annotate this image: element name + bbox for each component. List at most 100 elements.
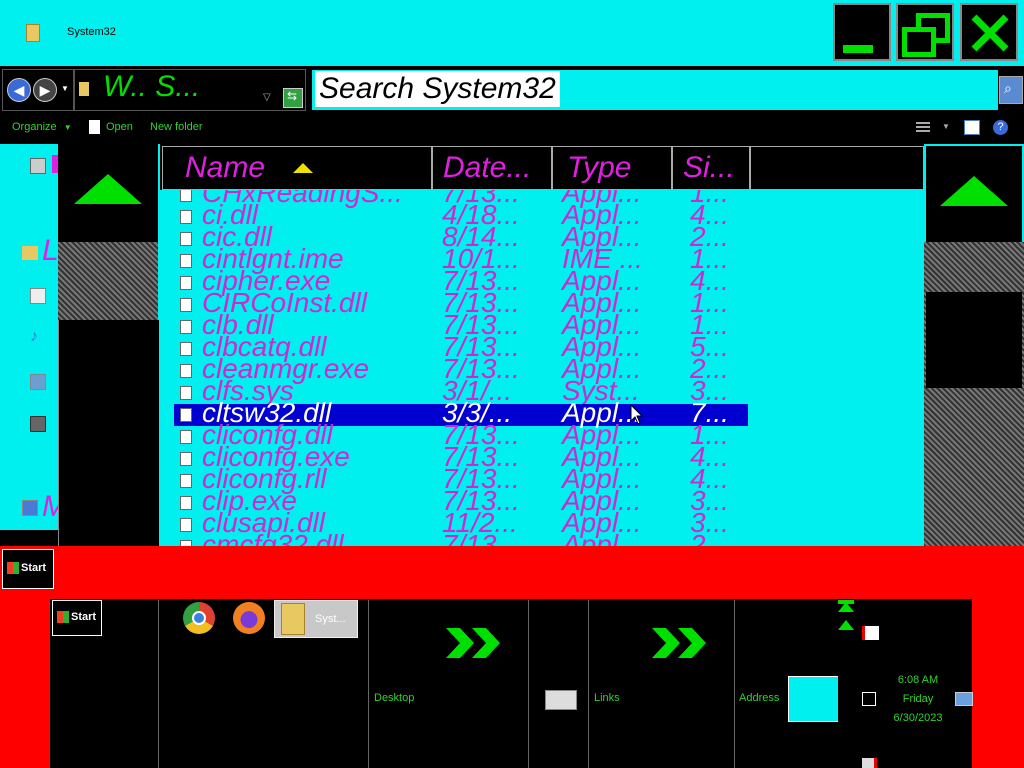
network-tray-icon[interactable] — [862, 692, 876, 706]
breadcrumb[interactable]: W.. S... ▽ ⇆ — [74, 69, 306, 111]
restore-button[interactable] — [896, 3, 954, 61]
documents-icon[interactable] — [30, 288, 46, 304]
start-button[interactable]: Start — [2, 549, 54, 589]
search-input[interactable]: Search System32 — [315, 71, 560, 107]
table-row[interactable]: cmcfg32.dll 7/13... Appl... 2... — [160, 530, 924, 546]
view-dropdown-icon[interactable]: ▼ — [942, 122, 950, 131]
window-title: System32 — [67, 26, 116, 38]
column-header-filler — [750, 146, 924, 190]
clock-time[interactable]: 6:08 AM — [868, 674, 968, 686]
toolbar-chevron-icon[interactable] — [652, 628, 708, 658]
file-icon — [180, 518, 192, 532]
file-icon — [180, 232, 192, 246]
tray-expand-icon[interactable] — [838, 600, 854, 640]
library-icon[interactable] — [22, 246, 38, 260]
breadcrumb-text[interactable]: W.. S... — [103, 70, 200, 104]
network-icon[interactable] — [22, 500, 38, 516]
toolbar-chevron-icon[interactable] — [446, 628, 502, 658]
file-icon — [180, 386, 192, 400]
pictures-icon[interactable] — [30, 374, 46, 390]
file-icon — [180, 320, 192, 334]
view-options-icon[interactable] — [916, 122, 930, 132]
arrow-up-icon — [74, 174, 142, 204]
file-icon — [180, 364, 192, 378]
column-header-type-label: Type — [567, 151, 632, 184]
signature-pad-icon[interactable] — [545, 690, 577, 710]
file-icon — [180, 430, 192, 444]
open-icon — [89, 120, 100, 134]
show-desktop-icon[interactable] — [955, 692, 973, 706]
address-dropdown-icon[interactable]: ▽ — [263, 92, 271, 103]
refresh-icon: ⇆ — [287, 89, 298, 103]
column-header-type[interactable]: Type — [552, 146, 672, 190]
scrollbar-thumb[interactable] — [926, 292, 1022, 388]
open-button[interactable]: Open — [106, 121, 133, 133]
taskbar-separator — [368, 600, 369, 768]
firefox-icon[interactable] — [233, 602, 265, 634]
clock-date[interactable]: 6/30/2023 — [868, 712, 968, 724]
mouse-cursor-icon — [630, 404, 644, 425]
start-button-inner[interactable]: Start — [52, 600, 102, 636]
windows-logo-icon — [57, 611, 69, 623]
column-header-date[interactable]: Date... — [432, 146, 552, 190]
file-icon — [180, 276, 192, 290]
file-icon — [180, 474, 192, 488]
file-icon — [180, 408, 192, 422]
taskbar-window-button[interactable]: Syst... — [274, 600, 358, 638]
close-button[interactable] — [960, 3, 1018, 61]
file-icon — [180, 188, 192, 202]
scrollbar-up-button[interactable] — [926, 146, 1022, 242]
cell-size: 2... — [690, 529, 729, 547]
forward-arrow-icon: ▶ — [39, 82, 51, 98]
nav-item-libraries[interactable]: L — [42, 234, 59, 268]
sort-ascending-icon — [293, 163, 313, 173]
folder-icon — [26, 24, 40, 42]
table-row[interactable]: CIRCoInst.dll 7/13... Appl... 1... — [160, 288, 924, 318]
scrollbar-track[interactable] — [924, 242, 1024, 546]
nav-pane-footer — [0, 530, 58, 546]
volume-icon[interactable] — [862, 758, 877, 768]
file-icon — [180, 254, 192, 268]
start-label: Start — [21, 562, 47, 574]
clock-day[interactable]: Friday — [868, 693, 968, 705]
navigation-pane — [0, 144, 58, 546]
computer-icon[interactable] — [30, 158, 46, 174]
taskbar-separator — [588, 600, 589, 768]
music-icon[interactable]: ♪ — [30, 328, 38, 346]
back-button[interactable]: ◀ — [7, 78, 31, 102]
start-label: Start — [71, 611, 97, 623]
taskbar-separator — [734, 600, 735, 768]
chrome-icon[interactable] — [183, 602, 215, 634]
recent-pages-chevron-icon[interactable]: ▼ — [61, 84, 69, 93]
cell-date: 7/13... — [442, 529, 520, 547]
search-icon: ⌕ — [1004, 80, 1012, 96]
file-icon — [180, 342, 192, 356]
organize-button[interactable]: Organize ▼ — [12, 121, 72, 133]
column-header-name[interactable]: Name — [162, 146, 432, 190]
toolbar-address[interactable]: Address — [739, 692, 779, 704]
file-icon — [180, 496, 192, 510]
table-row[interactable]: ci.dll 4/18... Appl... 4... — [160, 200, 924, 230]
search-button[interactable]: ⌕ — [999, 76, 1023, 104]
nav-scrollbar-up-button[interactable] — [58, 144, 158, 242]
taskbar-separator — [528, 600, 529, 768]
nav-scrollbar-thumb[interactable] — [58, 320, 159, 546]
help-icon[interactable]: ? — [993, 120, 1008, 135]
cell-type: Appl... — [562, 529, 642, 547]
action-center-icon[interactable] — [862, 626, 879, 640]
minimize-button[interactable] — [833, 3, 891, 61]
column-header-size[interactable]: Si... — [672, 146, 750, 190]
file-icon — [180, 298, 192, 312]
preview-pane-icon[interactable] — [964, 120, 980, 135]
new-folder-button[interactable]: New folder — [150, 121, 203, 133]
address-toolbar-input[interactable] — [788, 676, 840, 722]
toolbar-desktop[interactable]: Desktop — [374, 692, 414, 704]
videos-icon[interactable] — [30, 416, 46, 432]
taskbar-separator — [158, 600, 159, 768]
forward-button[interactable]: ▶ — [33, 78, 57, 102]
folder-icon — [79, 82, 89, 96]
refresh-button[interactable]: ⇆ — [283, 88, 303, 108]
close-icon — [971, 14, 1009, 52]
toolbar-links[interactable]: Links — [594, 692, 620, 704]
minimize-icon — [843, 45, 873, 53]
